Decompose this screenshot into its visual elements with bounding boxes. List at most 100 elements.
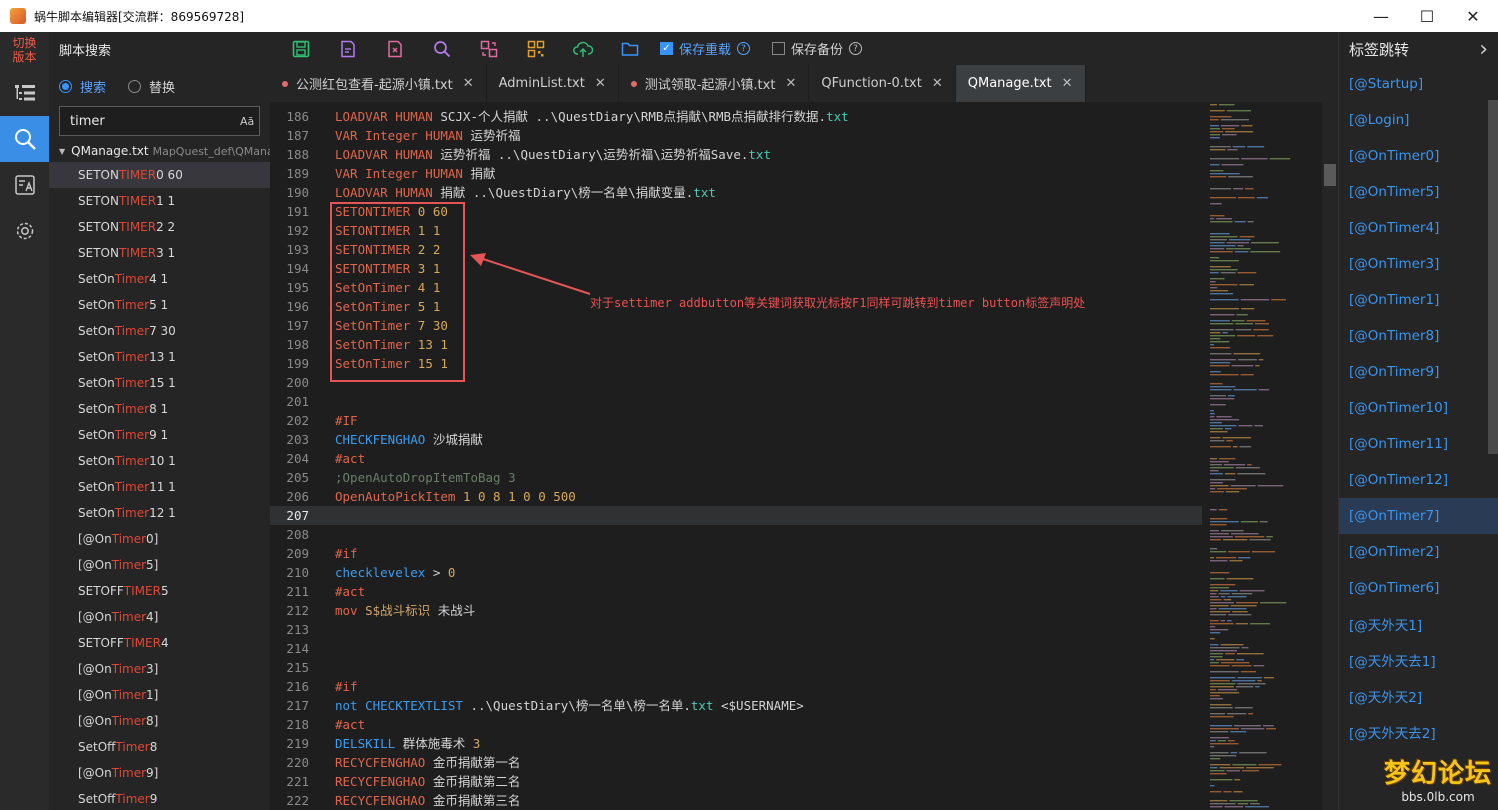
close-window-button[interactable]: ✕ xyxy=(1450,0,1496,32)
replace-mode-radio[interactable]: 替换 xyxy=(128,77,175,96)
search-result-item[interactable]: SetOff Timer 8 xyxy=(49,734,270,760)
search-result-item[interactable]: [@On Timer 9] xyxy=(49,760,270,786)
code-line[interactable]: 207 xyxy=(270,506,1202,525)
label-jump-item[interactable]: [@天外天1] xyxy=(1339,606,1498,642)
editor-scrollbar[interactable] xyxy=(1322,102,1338,810)
label-jump-item[interactable]: [@OnTimer3] xyxy=(1339,246,1498,282)
find-button[interactable] xyxy=(425,35,458,63)
label-list-scrollbar[interactable] xyxy=(1488,100,1498,454)
search-result-item[interactable]: [@On Timer 4] xyxy=(49,604,270,630)
editor-tab[interactable]: 测试领取-起源小镇.txt ✕ xyxy=(619,65,810,102)
code-line[interactable]: 210 checklevelex > 0 xyxy=(270,563,1202,582)
label-jump-item[interactable]: [@OnTimer12] xyxy=(1339,462,1498,498)
search-result-item[interactable]: SETOFF TIMER 5 xyxy=(49,578,270,604)
code-line[interactable]: 206 OpenAutoPickItem 1 0 8 1 0 0 500 xyxy=(270,487,1202,506)
close-tab-icon[interactable]: ✕ xyxy=(595,76,606,91)
match-case-toggle[interactable]: Aā xyxy=(240,115,254,128)
maximize-button[interactable]: ☐ xyxy=(1404,0,1450,32)
label-jump-item[interactable]: [@天外天2] xyxy=(1339,678,1498,714)
code-line[interactable]: 218 #act xyxy=(270,715,1202,734)
close-tab-icon[interactable]: ✕ xyxy=(785,76,796,91)
activity-explorer[interactable] xyxy=(0,70,49,116)
search-result-item[interactable]: SetOn Timer 12 1 xyxy=(49,500,270,526)
label-jump-item[interactable]: [@天外天去2] xyxy=(1339,714,1498,750)
code-line[interactable]: 212 mov S$战斗标识 未战斗 xyxy=(270,601,1202,620)
search-result-item[interactable]: SetOn Timer 8 1 xyxy=(49,396,270,422)
label-jump-item[interactable]: [@Startup] xyxy=(1339,66,1498,102)
edit-file-button[interactable] xyxy=(331,35,364,63)
upload-button[interactable] xyxy=(566,35,599,63)
code-line[interactable]: 199 SetOnTimer 15 1 xyxy=(270,354,1202,373)
code-line[interactable]: 222 RECYCFENGHAO 金币捐献第三名 xyxy=(270,791,1202,810)
activity-settings[interactable] xyxy=(0,208,49,254)
search-input[interactable] xyxy=(70,113,240,129)
code-line[interactable]: 203 CHECKFENGHAO 沙城捐献 xyxy=(270,430,1202,449)
search-result-item[interactable]: [@On Timer 1] xyxy=(49,682,270,708)
label-jump-item[interactable]: [@OnTimer5] xyxy=(1339,174,1498,210)
convert-button[interactable] xyxy=(472,35,505,63)
code-line[interactable]: 221 RECYCFENGHAO 金币捐献第二名 xyxy=(270,772,1202,791)
minimap[interactable] xyxy=(1202,102,1322,810)
close-file-button[interactable] xyxy=(378,35,411,63)
code-line[interactable]: 204 #act xyxy=(270,449,1202,468)
save-reload-checkbox[interactable]: ✓ 保存重载 ? xyxy=(660,39,751,58)
label-jump-item[interactable]: [@OnTimer8] xyxy=(1339,318,1498,354)
search-result-item[interactable]: [@On Timer 3] xyxy=(49,656,270,682)
search-result-item[interactable]: SetOn Timer 13 1 xyxy=(49,344,270,370)
open-folder-button[interactable] xyxy=(613,35,646,63)
code-line[interactable]: 189 VAR Integer HUMAN 捐献 xyxy=(270,164,1202,183)
save-button[interactable] xyxy=(284,35,317,63)
label-jump-item[interactable]: [@OnTimer11] xyxy=(1339,426,1498,462)
search-result-item[interactable]: SETON TIMER 0 60 xyxy=(49,162,270,188)
code-line[interactable]: 213 xyxy=(270,620,1202,639)
code-line[interactable]: 220 RECYCFENGHAO 金币捐献第一名 xyxy=(270,753,1202,772)
code-line[interactable]: 211 #act xyxy=(270,582,1202,601)
code-line[interactable]: 209 #if xyxy=(270,544,1202,563)
editor-tab[interactable]: QFunction-0.txt ✕ xyxy=(809,65,956,102)
result-file-row[interactable]: ▼ QManage.txt MapQuest_def\QManage xyxy=(49,140,270,162)
label-jump-item[interactable]: [@OnTimer9] xyxy=(1339,354,1498,390)
search-result-item[interactable]: SetOff Timer 9 xyxy=(49,786,270,810)
search-result-item[interactable]: SETOFF TIMER 4 xyxy=(49,630,270,656)
close-tab-icon[interactable]: ✕ xyxy=(932,76,943,91)
code-line[interactable]: 187 VAR Integer HUMAN 运势祈福 xyxy=(270,126,1202,145)
label-jump-item[interactable]: [@OnTimer2] xyxy=(1339,534,1498,570)
code-line[interactable]: 186 LOADVAR HUMAN SCJX-个人捐献 ..\QuestDiary… xyxy=(270,107,1202,126)
code-line[interactable]: 201 xyxy=(270,392,1202,411)
code-line[interactable]: 202 #IF xyxy=(270,411,1202,430)
code-line[interactable]: 191 SETONTIMER 0 60 xyxy=(270,202,1202,221)
editor-tab[interactable]: QManage.txt ✕ xyxy=(955,65,1086,102)
search-result-item[interactable]: SetOn Timer 7 30 xyxy=(49,318,270,344)
search-result-item[interactable]: SetOn Timer 15 1 xyxy=(49,370,270,396)
save-backup-checkbox[interactable]: 保存备份 ? xyxy=(772,39,863,58)
code-line[interactable]: 205 ;OpenAutoDropItemToBag 3 xyxy=(270,468,1202,487)
search-result-item[interactable]: SetOn Timer 9 1 xyxy=(49,422,270,448)
search-result-item[interactable]: [@On Timer 5] xyxy=(49,552,270,578)
qrcode-button[interactable] xyxy=(519,35,552,63)
code-line[interactable]: 216 #if xyxy=(270,677,1202,696)
switch-version-button[interactable]: 切换 版本 xyxy=(0,32,49,70)
search-result-item[interactable]: SETON TIMER 3 1 xyxy=(49,240,270,266)
code-line[interactable]: 190 LOADVAR HUMAN 捐献 ..\QuestDiary\榜一名单\捐… xyxy=(270,183,1202,202)
label-jump-item[interactable]: [@OnTimer10] xyxy=(1339,390,1498,426)
label-jump-item[interactable]: [@OnTimer0] xyxy=(1339,138,1498,174)
code-line[interactable]: 192 SETONTIMER 1 1 xyxy=(270,221,1202,240)
close-tab-icon[interactable]: ✕ xyxy=(1062,76,1073,91)
activity-format[interactable] xyxy=(0,162,49,208)
label-jump-item[interactable]: [@天外天去1] xyxy=(1339,642,1498,678)
label-jump-item[interactable]: [@OnTimer4] xyxy=(1339,210,1498,246)
code-line[interactable]: 215 xyxy=(270,658,1202,677)
search-result-item[interactable]: SetOn Timer 4 1 xyxy=(49,266,270,292)
code-line[interactable]: 219 DELSKILL 群体施毒术 3 xyxy=(270,734,1202,753)
search-result-item[interactable]: [@On Timer 8] xyxy=(49,708,270,734)
code-line[interactable]: 197 SetOnTimer 7 30 xyxy=(270,316,1202,335)
code-line[interactable]: 217 not CHECKTEXTLIST ..\QuestDiary\榜一名单\… xyxy=(270,696,1202,715)
search-result-item[interactable]: SetOn Timer 10 1 xyxy=(49,448,270,474)
code-editor[interactable]: 222 RECYCFENGHAO 金币捐献第三名 221 RECYCFENGHAO 金… xyxy=(270,102,1202,810)
search-result-item[interactable]: SetOn Timer 11 1 xyxy=(49,474,270,500)
minimize-button[interactable]: — xyxy=(1358,0,1404,32)
code-line[interactable]: 208 xyxy=(270,525,1202,544)
editor-tab[interactable]: 公测红包查看-起源小镇.txt ✕ xyxy=(270,65,487,102)
label-jump-item[interactable]: [@Login] xyxy=(1339,102,1498,138)
help-icon[interactable]: ? xyxy=(737,42,751,55)
